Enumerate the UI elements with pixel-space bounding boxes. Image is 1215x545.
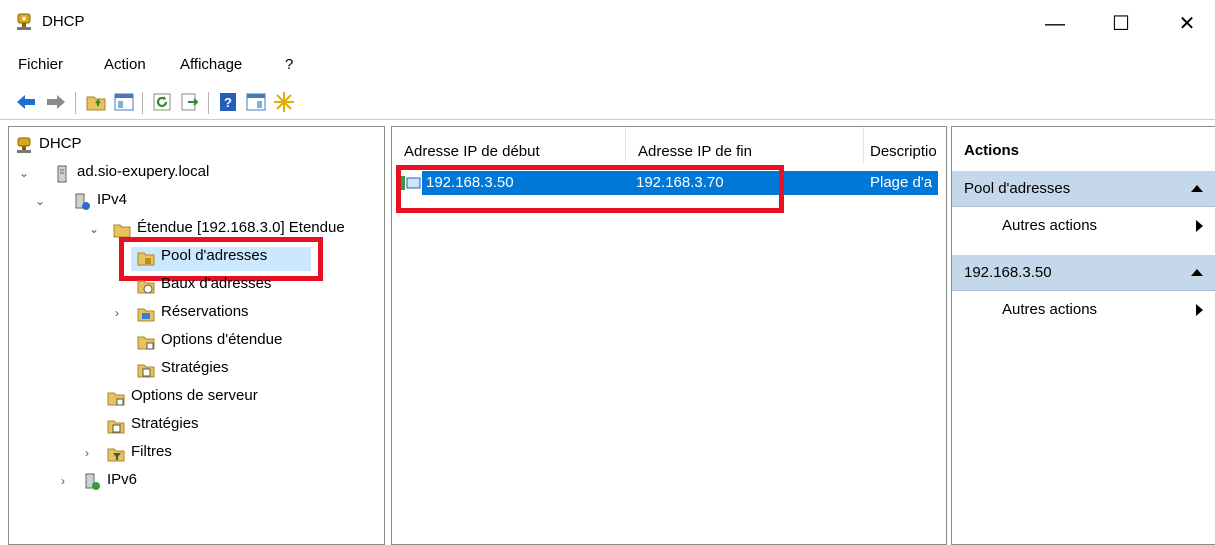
options-folder-icon bbox=[137, 336, 155, 350]
tree-label: Stratégies bbox=[161, 359, 229, 376]
toolbar: ? bbox=[0, 84, 1215, 120]
column-header-label: Adresse IP de fin bbox=[638, 143, 752, 160]
tree-label: Filtres bbox=[131, 443, 172, 460]
forward-arrow-icon[interactable] bbox=[44, 90, 68, 114]
column-header-label: Adresse IP de début bbox=[404, 143, 540, 160]
action-more-actions-range[interactable]: Autres actions bbox=[952, 293, 1215, 325]
tree-label: Réservations bbox=[161, 303, 249, 320]
toolbar-separator bbox=[75, 92, 76, 114]
policies-folder-icon bbox=[137, 364, 155, 378]
toolbar-separator bbox=[142, 92, 143, 114]
tree-node-reservations[interactable]: › Réservations bbox=[15, 303, 315, 327]
tree-label: Options de serveur bbox=[131, 387, 258, 404]
tree-label: ad.sio-exupery.local bbox=[77, 163, 210, 180]
chevron-right-icon[interactable]: › bbox=[85, 446, 97, 460]
chevron-down-icon[interactable]: ⌄ bbox=[19, 166, 31, 180]
maximize-button[interactable]: ☐ bbox=[1106, 10, 1136, 38]
actions-title: Actions bbox=[964, 142, 1020, 159]
tree-node-ipv4[interactable]: ⌄ IPv4 bbox=[15, 191, 215, 215]
column-header-description[interactable]: Descriptio bbox=[864, 127, 948, 163]
close-button[interactable]: ✕ bbox=[1172, 10, 1202, 38]
server-icon bbox=[57, 165, 67, 183]
tree-node-leases[interactable]: Baux d'adresses bbox=[131, 275, 331, 299]
tree-label: IPv4 bbox=[97, 191, 128, 208]
submenu-arrow-icon bbox=[1196, 304, 1203, 316]
reservations-folder-icon bbox=[137, 308, 155, 322]
tree-label: Baux d'adresses bbox=[161, 275, 272, 292]
help-icon[interactable]: ? bbox=[216, 90, 240, 114]
submenu-arrow-icon bbox=[1196, 220, 1203, 232]
action-label: Autres actions bbox=[1002, 301, 1098, 318]
leases-folder-icon bbox=[137, 280, 155, 294]
menu-affichage[interactable]: Affichage bbox=[180, 56, 242, 73]
action-label: Autres actions bbox=[1002, 217, 1098, 234]
svg-text:?: ? bbox=[224, 95, 232, 110]
new-scope-star-icon[interactable] bbox=[272, 90, 296, 114]
tree-node-scope-policies[interactable]: Stratégies bbox=[131, 359, 331, 383]
column-header-start-ip[interactable]: Adresse IP de début bbox=[392, 127, 626, 163]
up-folder-icon[interactable] bbox=[84, 90, 108, 114]
export-list-icon[interactable] bbox=[178, 90, 202, 114]
menu-help[interactable]: ? bbox=[285, 56, 293, 73]
collapse-arrow-icon[interactable] bbox=[1191, 185, 1203, 192]
column-header-end-ip[interactable]: Adresse IP de fin bbox=[626, 127, 864, 163]
dhcp-app-icon bbox=[17, 13, 31, 30]
console-tree-icon[interactable] bbox=[112, 90, 136, 114]
column-header-label: Descriptio bbox=[870, 143, 937, 160]
tree-node-ipv6[interactable]: › IPv6 bbox=[15, 471, 215, 495]
toolbar-separator bbox=[208, 92, 209, 114]
filters-folder-icon bbox=[107, 448, 125, 462]
tree-node-policies[interactable]: Stratégies bbox=[15, 415, 215, 439]
show-action-pane-icon[interactable] bbox=[244, 90, 268, 114]
actions-section-pool[interactable]: Pool d'adresses bbox=[952, 171, 1215, 207]
tree-node-server[interactable]: ⌄ ad.sio-exupery.local bbox=[15, 163, 315, 187]
collapse-arrow-icon[interactable] bbox=[1191, 269, 1203, 276]
back-arrow-icon[interactable] bbox=[14, 90, 38, 114]
tree-node-scope-options[interactable]: Options d'étendue bbox=[131, 331, 351, 355]
tree-node-server-options[interactable]: Options de serveur bbox=[15, 387, 275, 411]
actions-pane: Actions Pool d'adresses Autres actions 1… bbox=[951, 126, 1215, 545]
menu-action[interactable]: Action bbox=[104, 56, 146, 73]
tree-label: Étendue [192.168.3.0] Etendue bbox=[137, 219, 345, 236]
chevron-right-icon[interactable]: › bbox=[115, 306, 127, 320]
tree-node-filters[interactable]: › Filtres bbox=[15, 443, 215, 467]
tree-node-dhcp[interactable]: DHCP bbox=[15, 135, 215, 159]
chevron-down-icon[interactable]: ⌄ bbox=[35, 194, 47, 208]
actions-section-label: 192.168.3.50 bbox=[964, 264, 1052, 281]
options-folder-icon bbox=[107, 392, 125, 406]
chevron-down-icon[interactable]: ⌄ bbox=[89, 222, 101, 236]
menu-fichier[interactable]: Fichier bbox=[18, 56, 63, 73]
dhcp-icon bbox=[17, 137, 31, 153]
tree-label: Stratégies bbox=[131, 415, 199, 432]
tree-label: IPv6 bbox=[107, 471, 138, 488]
minimize-button[interactable]: — bbox=[1040, 10, 1070, 38]
action-more-actions-pool[interactable]: Autres actions bbox=[952, 209, 1215, 241]
tree-label: DHCP bbox=[39, 135, 82, 152]
title-bar: DHCP — ☐ ✕ bbox=[0, 0, 1215, 46]
tree-label: Options d'étendue bbox=[161, 331, 283, 348]
ipv6-icon bbox=[85, 473, 100, 490]
policies-folder-icon bbox=[107, 420, 125, 434]
window-title: DHCP bbox=[42, 13, 85, 30]
actions-section-label: Pool d'adresses bbox=[964, 180, 1071, 197]
refresh-icon[interactable] bbox=[150, 90, 174, 114]
description-cell: Plage d'a bbox=[870, 174, 933, 191]
details-list-pane: Adresse IP de début Adresse IP de fin De… bbox=[391, 126, 947, 545]
actions-section-range[interactable]: 192.168.3.50 bbox=[952, 255, 1215, 291]
chevron-right-icon[interactable]: › bbox=[61, 474, 73, 488]
console-tree-pane: DHCP ⌄ ad.sio-exupery.local ⌄ IPv4 ⌄ Éte… bbox=[8, 126, 385, 545]
highlight-box-range bbox=[396, 165, 784, 213]
ipv4-icon bbox=[75, 193, 90, 210]
